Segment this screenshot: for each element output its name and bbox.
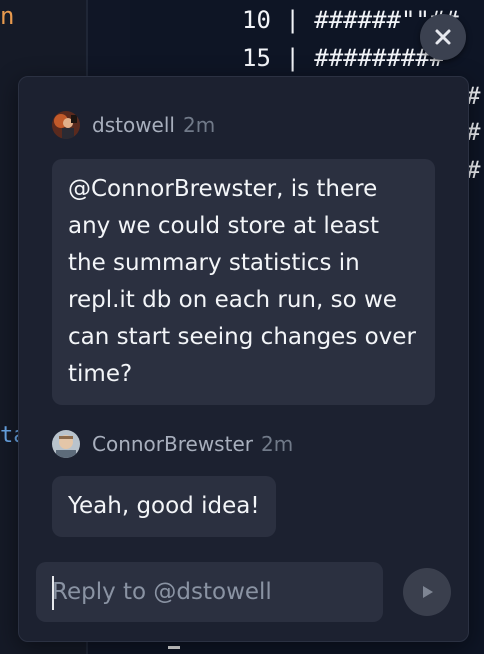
message-timestamp: 2m — [182, 113, 216, 137]
avatar[interactable] — [52, 111, 80, 139]
comment-thread-panel: dstowell 2m @ConnorBrewster, is there an… — [18, 76, 469, 642]
close-icon — [435, 29, 451, 45]
text-caret — [52, 576, 54, 610]
message-bubble: Yeah, good idea! — [52, 476, 276, 537]
file-tree-text-fragment: n — [0, 2, 15, 30]
author-name[interactable]: dstowell — [92, 113, 175, 137]
avatar[interactable] — [52, 430, 80, 458]
message-timestamp: 2m — [260, 432, 294, 456]
reply-input-container[interactable] — [36, 562, 383, 622]
reply-input[interactable] — [52, 579, 367, 605]
code-line: 15 | ######### — [242, 44, 445, 72]
cursor-mark — [168, 646, 180, 649]
send-icon — [423, 586, 433, 598]
author-name[interactable]: ConnorBrewster — [92, 432, 253, 456]
message-header: ConnorBrewster 2m — [52, 430, 293, 458]
send-button[interactable] — [403, 568, 451, 616]
message-header: dstowell 2m — [52, 111, 215, 139]
message-bubble: @ConnorBrewster, is there any we could s… — [52, 159, 435, 405]
close-button[interactable] — [420, 14, 466, 60]
